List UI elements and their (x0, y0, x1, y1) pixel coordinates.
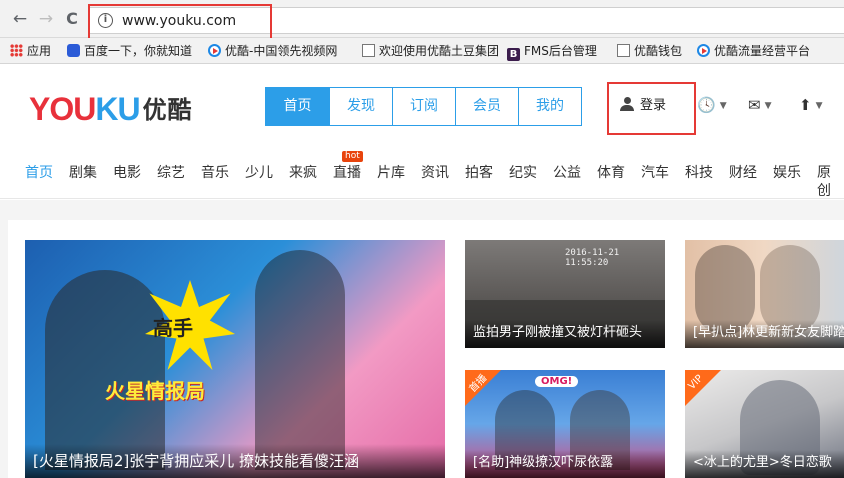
featured-video[interactable]: 高手 火星情报局 [火星情报局2]张宇背拥应采儿 撩妹技能看傻汪涵 (25, 240, 445, 478)
clock-icon: 🕓 (697, 96, 716, 114)
upload-icon: ⬆ (799, 96, 812, 114)
chevron-down-icon: ▼ (815, 101, 823, 111)
video-caption: 监拍男子刚被撞又被灯杆砸头 (465, 320, 665, 348)
reload-icon[interactable]: C (62, 9, 82, 29)
channel-home[interactable]: 首页 (25, 164, 53, 182)
tab-home[interactable]: 首页 (266, 88, 329, 125)
youku-play-icon (208, 44, 221, 57)
top-navigation: 首页 发现 订阅 会员 我的 (265, 87, 582, 126)
channel-paike[interactable]: 拍客 (465, 164, 493, 182)
channel-tech[interactable]: 科技 (685, 164, 713, 182)
document-icon (617, 44, 630, 57)
tab-mine[interactable]: 我的 (518, 88, 581, 125)
channel-variety[interactable]: 综艺 (157, 164, 185, 182)
channel-movie[interactable]: 电影 (113, 164, 141, 182)
presenter-silhouette (45, 270, 165, 470)
burst-text: 高手 (153, 316, 193, 340)
channel-sports[interactable]: 体育 (597, 164, 625, 182)
channel-finance[interactable]: 财经 (729, 164, 757, 182)
apps-icon (10, 44, 23, 57)
show-logo: 火星情报局 (105, 379, 205, 403)
bookmark-wallet[interactable]: 优酷钱包 (617, 43, 682, 59)
envelope-icon: ✉ (748, 96, 761, 114)
channel-library[interactable]: 片库 (377, 164, 405, 182)
channel-live[interactable]: 直播 (333, 164, 361, 182)
channel-charity[interactable]: 公益 (553, 164, 581, 182)
channel-news[interactable]: 资讯 (421, 164, 449, 182)
youku-play-icon (697, 44, 710, 57)
tab-subscribe[interactable]: 订阅 (392, 88, 455, 125)
tab-vip[interactable]: 会员 (455, 88, 518, 125)
baidu-paw-icon (67, 44, 80, 57)
channel-auto[interactable]: 汽车 (641, 164, 669, 182)
forward-arrow-icon[interactable]: → (36, 9, 56, 29)
history-button[interactable]: 🕓 ▼ (697, 97, 727, 113)
chevron-down-icon: ▼ (719, 101, 727, 111)
bookmark-youku-tudou[interactable]: 欢迎使用优酷土豆集团 (362, 43, 499, 59)
youku-logo[interactable]: YOUKU 优酷 (29, 91, 193, 127)
video-thumb[interactable]: [早扒点]林更新新女友脚踏三 (685, 240, 844, 348)
login-button[interactable]: 登录 (620, 97, 666, 115)
tab-discover[interactable]: 发现 (329, 88, 392, 125)
bookmark-apps[interactable]: 应用 (10, 43, 51, 59)
guest-silhouette (255, 250, 345, 470)
video-caption: [名助]神级撩汉吓尿依露 (465, 450, 665, 478)
message-button[interactable]: ✉ ▼ (748, 97, 772, 113)
channel-original[interactable]: 原创 (817, 164, 844, 200)
channel-kids[interactable]: 少儿 (245, 164, 273, 182)
bookmark-baidu[interactable]: 百度一下，你就知道 (67, 43, 192, 59)
channel-drama[interactable]: 剧集 (69, 164, 97, 182)
video-timestamp: 2016-11-21 11:55:20 (565, 248, 620, 268)
channel-documentary[interactable]: 纪实 (509, 164, 537, 182)
video-caption: [早扒点]林更新新女友脚踏三 (685, 320, 844, 348)
upload-button[interactable]: ⬆ ▼ (799, 97, 823, 113)
channel-laifeng[interactable]: 来疯 (289, 164, 317, 182)
bookmark-fms[interactable]: B FMS后台管理 (507, 43, 597, 61)
chevron-down-icon: ▼ (764, 101, 772, 111)
channel-entertainment[interactable]: 娱乐 (773, 164, 801, 182)
video-thumb[interactable]: 2016-11-21 11:55:20 监拍男子刚被撞又被灯杆砸头 (465, 240, 665, 348)
hot-badge: hot (342, 151, 363, 162)
b-logo-icon: B (507, 48, 520, 61)
video-caption: <冰上的尤里>冬日恋歌 (685, 450, 844, 478)
bookmarks-bar: 应用 百度一下，你就知道 优酷-中国领先视频网 欢迎使用优酷土豆集团 B FMS后… (0, 38, 844, 64)
user-icon (620, 97, 634, 111)
video-thumb[interactable]: OMG! 首播 [名助]神级撩汉吓尿依露 (465, 370, 665, 478)
back-arrow-icon[interactable]: ← (10, 9, 30, 29)
video-caption: [火星情报局2]张宇背拥应采儿 撩妹技能看傻汪涵 (25, 444, 445, 478)
video-thumb[interactable]: VIP <冰上的尤里>冬日恋歌 (685, 370, 844, 478)
document-icon (362, 44, 375, 57)
channel-music[interactable]: 音乐 (201, 164, 229, 182)
url-highlight-box (88, 4, 272, 41)
omg-sticker: OMG! (535, 376, 579, 387)
channel-bar: 首页 剧集 电影 综艺 音乐 少儿 来疯 直播 片库 资讯 拍客 纪实 公益 体… (0, 147, 844, 199)
bookmark-youku[interactable]: 优酷-中国领先视频网 (208, 43, 337, 59)
bookmark-traffic[interactable]: 优酷流量经营平台 (697, 43, 810, 59)
